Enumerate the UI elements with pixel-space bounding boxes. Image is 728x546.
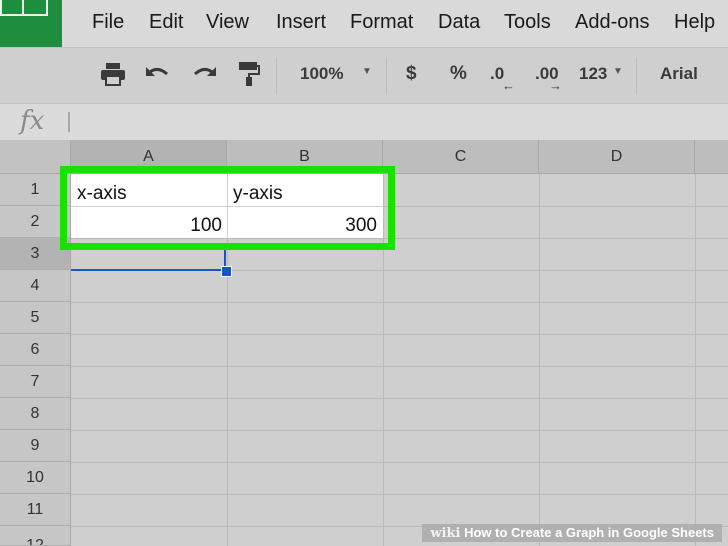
arrow-right-icon: → xyxy=(549,78,562,93)
row-header-8[interactable]: 8 xyxy=(0,398,71,430)
column-header-c[interactable]: C xyxy=(383,140,539,174)
menu-edit[interactable]: Edit xyxy=(149,11,183,34)
arrow-left-icon: ← xyxy=(502,78,515,93)
toolbar-separator xyxy=(636,58,637,94)
cell-selection-border xyxy=(71,269,227,271)
menu-file[interactable]: File xyxy=(92,11,124,34)
row-header-7[interactable]: 7 xyxy=(0,366,71,398)
redo-icon[interactable] xyxy=(192,64,218,84)
menu-format[interactable]: Format xyxy=(350,11,413,34)
row-header-10[interactable]: 10 xyxy=(0,462,71,494)
percent-format-button[interactable]: % xyxy=(450,63,467,85)
toolbar-separator xyxy=(386,58,387,94)
grid-line xyxy=(71,366,728,367)
paint-format-icon[interactable] xyxy=(238,61,260,87)
fx-icon: fx xyxy=(20,106,45,136)
zoom-dropdown-icon[interactable]: ▼ xyxy=(362,66,372,77)
toolbar: 100% ▼ $ % .0 ← .00 → 123 ▼ Arial xyxy=(0,47,728,104)
highlight-box xyxy=(60,166,395,250)
formula-bar: fx xyxy=(0,103,728,141)
menu-tools[interactable]: Tools xyxy=(504,11,551,34)
toolbar-separator xyxy=(276,58,277,94)
more-formats-dropdown-icon[interactable]: ▼ xyxy=(613,66,623,77)
zoom-select[interactable]: 100% xyxy=(300,64,343,84)
grid-line xyxy=(71,494,728,495)
more-formats-button[interactable]: 123 xyxy=(579,64,607,84)
watermark-title: How to Create a Graph in Google Sheets xyxy=(464,525,714,540)
column-header-d[interactable]: D xyxy=(539,140,695,174)
spreadsheet-grid: A B C D 1 2 3 4 5 6 7 8 9 10 11 12 x-axi… xyxy=(0,140,728,546)
grid-line xyxy=(71,302,728,303)
currency-format-button[interactable]: $ xyxy=(406,63,417,85)
row-header-4[interactable]: 4 xyxy=(0,270,71,302)
menu-bar: File Edit View Insert Format Data Tools … xyxy=(0,0,728,47)
fill-handle[interactable] xyxy=(221,266,232,277)
undo-icon[interactable] xyxy=(144,64,170,84)
row-header-11[interactable]: 11 xyxy=(0,494,71,526)
row-header-5[interactable]: 5 xyxy=(0,302,71,334)
wikihow-logo: wiki xyxy=(430,526,461,541)
grid-line xyxy=(71,398,728,399)
grid-line xyxy=(695,174,696,546)
menu-view[interactable]: View xyxy=(206,11,249,34)
sheets-logo-icon[interactable] xyxy=(0,0,62,47)
menu-insert[interactable]: Insert xyxy=(276,11,326,34)
formula-divider xyxy=(68,112,70,132)
wikihow-watermark: wiki How to Create a Graph in Google She… xyxy=(422,524,722,542)
grid-line xyxy=(71,430,728,431)
menu-data[interactable]: Data xyxy=(438,11,480,34)
grid-line xyxy=(71,334,728,335)
grid-line xyxy=(71,462,728,463)
row-header-9[interactable]: 9 xyxy=(0,430,71,462)
column-header-e[interactable] xyxy=(695,140,728,174)
grid-line xyxy=(539,174,540,546)
menu-add-ons[interactable]: Add-ons xyxy=(575,11,650,34)
print-icon[interactable] xyxy=(100,62,126,86)
row-header-12[interactable]: 12 xyxy=(0,526,71,546)
row-header-6[interactable]: 6 xyxy=(0,334,71,366)
menu-help[interactable]: Help xyxy=(674,11,715,34)
font-family-select[interactable]: Arial xyxy=(660,64,698,84)
